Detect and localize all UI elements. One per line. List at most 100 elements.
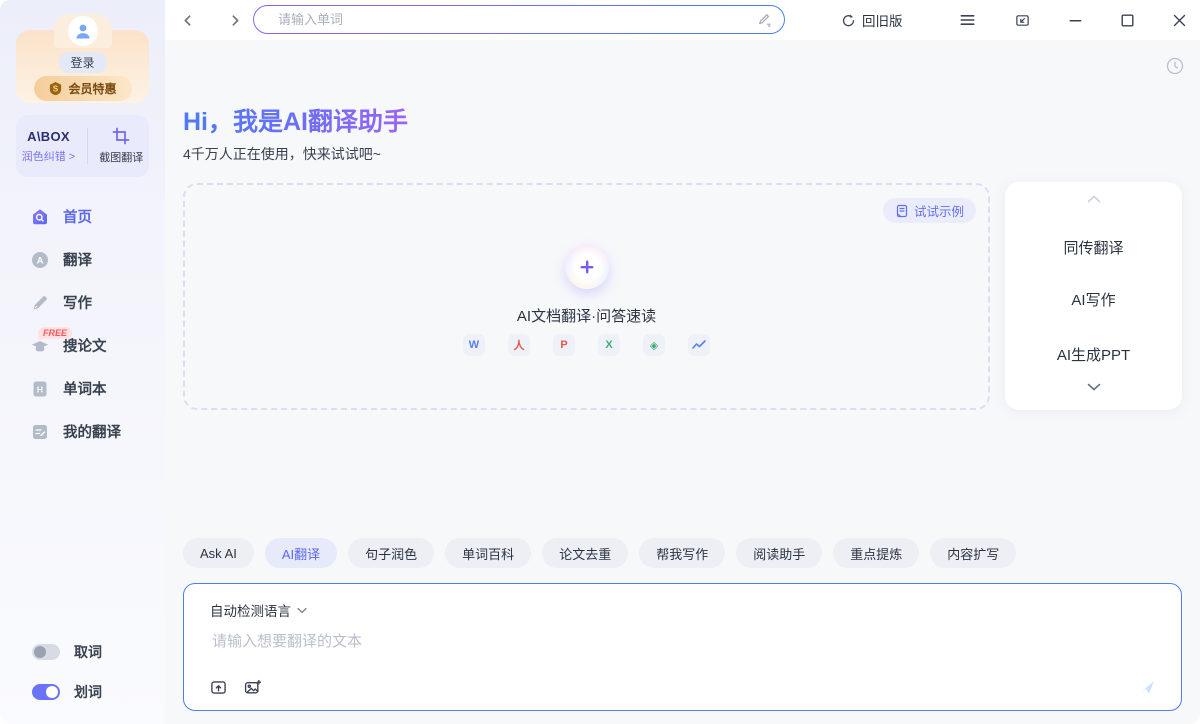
menu-button[interactable] [955, 8, 979, 32]
sidebar-item-wordbook[interactable]: H 单词本 [0, 367, 165, 410]
quick-tools-panel: 同传翻译 AI写作 AI生成PPT [1005, 182, 1182, 410]
ppt-file-icon: P [553, 334, 575, 356]
main-content: Hi，我是AI翻译助手 4千万人正在使用，快来试试吧~ 试试示例 AI文档翻译·… [165, 40, 1200, 724]
back-to-old-version-button[interactable]: 回旧版 [841, 8, 903, 32]
sidebar-item-translate[interactable]: A 翻译 [0, 238, 165, 281]
tab-key-points[interactable]: 重点提炼 [833, 538, 919, 568]
sidebar-item-label: 单词本 [63, 378, 107, 399]
login-button[interactable]: 登录 [58, 52, 106, 73]
aibox-polish-button[interactable]: A\BOX 润色纠错 > [22, 129, 75, 164]
screenshot-translate-label: 截图翻译 [99, 149, 143, 165]
scroll-down-button[interactable] [1084, 380, 1104, 394]
toggle-row-select-word: 划词 [32, 682, 102, 702]
word-search-input[interactable] [276, 11, 756, 28]
tool-ai-writing[interactable]: AI写作 [1005, 289, 1182, 310]
paper-plane-icon [1137, 677, 1157, 697]
page-subtitle: 4千万人正在使用，快来试试吧~ [183, 144, 381, 164]
clock-icon [1165, 56, 1185, 76]
upload-image-button[interactable] [242, 677, 262, 697]
chevron-down-icon [1087, 383, 1101, 391]
close-button[interactable] [1167, 8, 1191, 32]
toggle-row-capture-word: 取词 [32, 642, 102, 662]
try-example-label: 试试示例 [914, 201, 964, 220]
svg-text:S: S [53, 84, 58, 93]
refresh-icon [841, 13, 856, 28]
word-file-icon: W [463, 334, 485, 356]
word-search-bar [253, 5, 785, 34]
sidebar-item-search-papers[interactable]: FREE 搜论文 [0, 324, 165, 367]
tab-help-writing[interactable]: 帮我写作 [639, 538, 725, 568]
pdf-file-icon: 人 [508, 334, 530, 356]
svg-text:H: H [37, 384, 43, 394]
sidebar-nav: 首页 A 翻译 写作 FREE [0, 195, 165, 453]
translate-icon: A [30, 250, 50, 270]
translate-text-input[interactable] [210, 632, 1130, 651]
tool-simultaneous-translation[interactable]: 同传翻译 [1005, 237, 1182, 258]
avatar[interactable] [68, 16, 98, 46]
aibox-card: A\BOX 润色纠错 > 截图翻译 [16, 115, 149, 177]
tab-ai-translate[interactable]: AI翻译 [265, 538, 337, 568]
wordbook-icon: H [30, 379, 50, 399]
back-button[interactable] [175, 8, 199, 32]
tab-word-encyclopedia[interactable]: 单词百科 [445, 538, 531, 568]
tab-sentence-polish[interactable]: 句子润色 [348, 538, 434, 568]
sidebar-item-writing[interactable]: 写作 [0, 281, 165, 324]
sidebar-item-label: 翻译 [63, 249, 92, 270]
upload-file-button[interactable] [208, 677, 228, 697]
dropzone-caption: AI文档翻译·问答速读 [185, 305, 988, 326]
free-badge: FREE [38, 327, 72, 339]
minimize-button[interactable] [1063, 8, 1087, 32]
login-card: 登录 S 会员特惠 [16, 30, 149, 103]
maximize-button[interactable] [1115, 8, 1139, 32]
language-selector[interactable]: 自动检测语言 [210, 600, 307, 620]
tool-ai-ppt[interactable]: AI生成PPT [1005, 344, 1182, 365]
chart-file-icon [688, 334, 710, 356]
chevron-up-icon [1087, 195, 1101, 203]
old-version-label: 回旧版 [862, 10, 903, 30]
tab-paper-dedup[interactable]: 论文去重 [542, 538, 628, 568]
sidebar-item-home[interactable]: 首页 [0, 195, 165, 238]
sidebar: 登录 S 会员特惠 A\BOX 润色纠错 > 截图翻译 [0, 0, 165, 724]
pen-icon [30, 293, 50, 313]
maximize-icon [1121, 14, 1134, 27]
try-example-button[interactable]: 试试示例 [883, 198, 976, 223]
document-dropzone[interactable]: 试试示例 AI文档翻译·问答速读 W 人 P X ◈ [183, 183, 990, 410]
sidebar-item-label: 写作 [63, 292, 92, 313]
tab-reading-assistant[interactable]: 阅读助手 [736, 538, 822, 568]
capture-word-label: 取词 [74, 642, 102, 662]
chevron-right-icon [229, 14, 242, 27]
tab-ask-ai[interactable]: Ask AI [183, 538, 254, 568]
select-word-label: 划词 [74, 682, 102, 702]
supported-file-types: W 人 P X ◈ [185, 334, 988, 356]
topbar: 回旧版 [165, 0, 1200, 40]
svg-text:A: A [37, 255, 44, 266]
handwriting-pen-icon[interactable] [756, 12, 772, 28]
send-button[interactable] [1135, 675, 1159, 699]
close-icon [1173, 14, 1186, 27]
forward-button[interactable] [223, 8, 247, 32]
member-offer-button[interactable]: S 会员特惠 [34, 76, 132, 101]
plus-icon [578, 258, 596, 276]
screenshot-translate-button[interactable]: 截图翻译 [99, 127, 143, 165]
add-document-button[interactable] [565, 245, 609, 289]
tab-content-expand[interactable]: 内容扩写 [930, 538, 1016, 568]
restore-window-icon [1015, 13, 1030, 28]
chevron-down-icon [297, 607, 307, 614]
aibox-polish-label: 润色纠错 > [22, 148, 75, 164]
mini-window-button[interactable] [1010, 8, 1034, 32]
page-title: Hi，我是AI翻译助手 [183, 102, 408, 138]
sidebar-item-my-translations[interactable]: 我的翻译 [0, 410, 165, 453]
composer-tools [208, 677, 262, 697]
minimize-icon [1069, 14, 1082, 27]
capture-word-toggle[interactable] [32, 644, 60, 660]
crop-icon [112, 127, 130, 145]
aibox-logo: A\BOX [27, 129, 70, 144]
scroll-up-button[interactable] [1084, 192, 1104, 206]
select-word-toggle[interactable] [32, 684, 60, 700]
sidebar-item-label: 首页 [63, 206, 92, 227]
vip-shield-icon: S [48, 81, 63, 96]
history-button[interactable] [1165, 56, 1185, 76]
excel-file-icon: X [598, 334, 620, 356]
hamburger-icon [960, 14, 975, 26]
member-offer-label: 会员特惠 [68, 80, 116, 97]
